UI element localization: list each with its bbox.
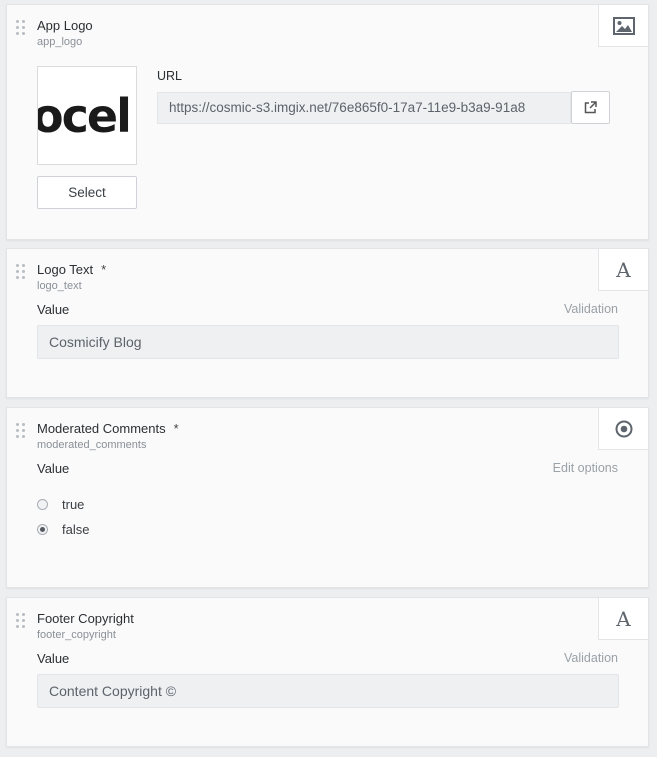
radio-label: true [62, 497, 85, 512]
field-key: footer_copyright [37, 629, 116, 641]
text-icon[interactable]: A [598, 598, 648, 640]
required-marker: * [173, 421, 179, 436]
footer-copyright-input[interactable]: Content Copyright © [37, 674, 619, 708]
logo-preview-text: ocel [37, 89, 132, 143]
footer-copyright-card: Footer Copyright footer_copyright A Valu… [6, 597, 649, 747]
select-image-button[interactable]: Select [37, 176, 137, 209]
drag-handle-icon[interactable] [16, 613, 26, 633]
validation-link[interactable]: Validation [564, 302, 618, 316]
field-title: App Logo [37, 18, 93, 33]
field-key: app_logo [37, 36, 83, 48]
field-key: moderated_comments [37, 439, 147, 451]
external-link-icon[interactable] [571, 91, 610, 124]
text-icon-glyph: A [616, 606, 631, 631]
radio-option-true[interactable]: true [37, 497, 84, 512]
field-title-text: Moderated Comments [37, 421, 166, 436]
drag-handle-icon[interactable] [16, 423, 26, 443]
text-icon[interactable]: A [598, 249, 648, 291]
field-key: logo_text [37, 280, 82, 292]
field-title-text: Logo Text [37, 262, 94, 277]
edit-options-link[interactable]: Edit options [553, 461, 618, 475]
value-label: Value [37, 302, 70, 317]
image-icon[interactable] [598, 5, 648, 47]
value-label: Value [37, 651, 70, 666]
logo-text-card: Logo Text * logo_text A Value Validation … [6, 248, 649, 398]
radio-option-false[interactable]: false [37, 522, 89, 537]
url-field[interactable]: https://cosmic-s3.imgix.net/76e865f0-17a… [157, 92, 571, 124]
field-title: Moderated Comments * [37, 421, 179, 436]
radio-icon[interactable] [598, 408, 648, 450]
radio-button-checked[interactable] [37, 524, 48, 535]
drag-handle-icon[interactable] [16, 264, 26, 284]
app-logo-card: App Logo app_logo ocel Select URL https:… [6, 4, 649, 240]
logo-preview-image: ocel [37, 66, 137, 165]
field-title: Footer Copyright [37, 611, 134, 626]
required-marker: * [101, 262, 107, 277]
logo-text-input[interactable]: Cosmicify Blog [37, 325, 619, 359]
field-title: Logo Text * [37, 262, 106, 277]
radio-button[interactable] [37, 499, 48, 510]
validation-link[interactable]: Validation [564, 651, 618, 665]
drag-handle-icon[interactable] [16, 20, 26, 40]
text-icon-glyph: A [616, 257, 631, 282]
url-label: URL [157, 69, 183, 83]
radio-label: false [62, 522, 90, 537]
value-label: Value [37, 461, 70, 476]
moderated-comments-card: Moderated Comments * moderated_comments V… [6, 407, 649, 588]
